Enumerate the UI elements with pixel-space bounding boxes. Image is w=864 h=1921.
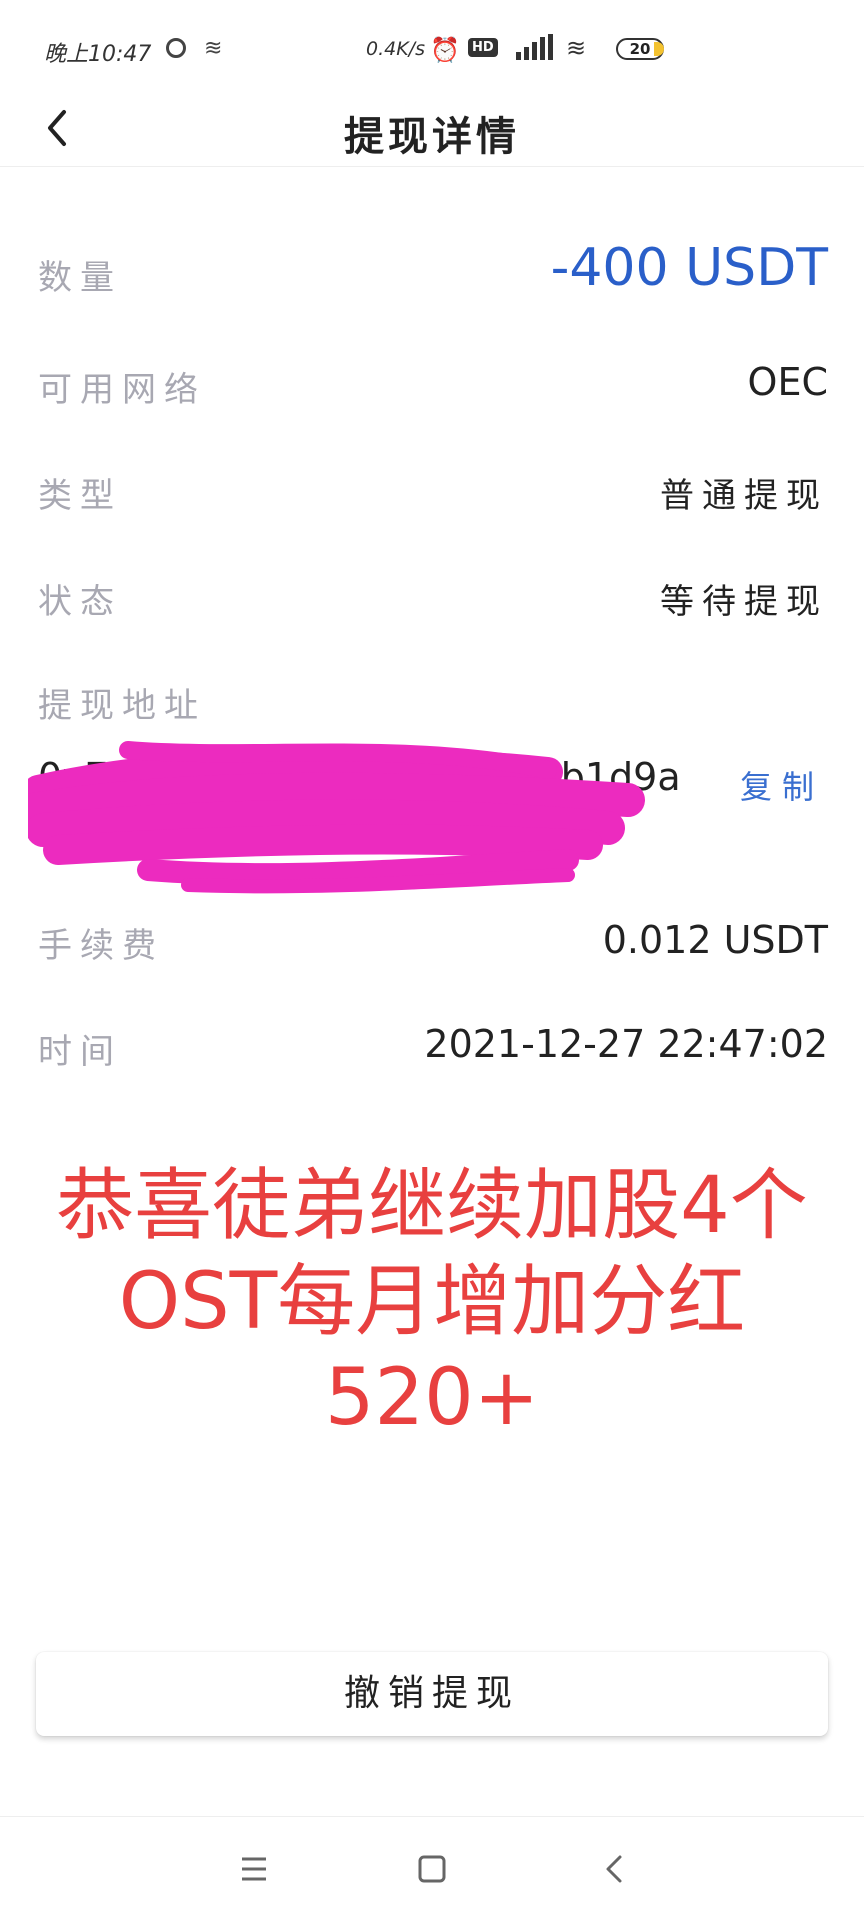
cancel-withdraw-button[interactable]: 撤销提现 [36,1652,828,1736]
status-bar: 晚上10:47 ≋ 0.4K/s ⏰ HD ≋ 20 [0,0,864,100]
copy-address-button[interactable]: 复制 [740,762,824,808]
type-value: 普通提现 [660,476,828,516]
fee-label: 手续费 [38,926,164,966]
signal-icon [516,34,553,60]
promo-line-1: 恭喜徒弟继续加股4个 [56,1161,808,1251]
square-home-icon[interactable] [404,1841,460,1897]
header: 提现详情 [0,100,864,167]
address-label: 提现地址 [38,686,206,726]
redaction-scribble [28,741,645,894]
battery-icon: 20 [616,38,664,60]
status-value: 等待提现 [660,582,828,622]
alarm-icon: ⏰ [430,36,460,64]
menu-icon[interactable] [226,1841,282,1897]
notification-icon [166,38,186,58]
page-title: 提现详情 [344,113,520,160]
wifi-icon: ≋ [566,34,587,62]
promo-line-3: 520+ [324,1353,540,1443]
hd-badge: HD [468,38,498,57]
amount-value: -400 USDT [550,238,828,298]
amount-label: 数量 [38,258,122,298]
promo-line-2: OST每月增加分红 [118,1257,746,1347]
time-label: 时间 [38,1032,122,1072]
type-label: 类型 [38,476,122,516]
chevron-left-icon[interactable] [586,1841,642,1897]
net-speed: 0.4K/s [366,38,425,60]
time-value: 2021-12-27 22:47:02 [424,1022,828,1066]
system-nav-bar [0,1816,864,1921]
fee-value: 0.012 USDT [602,918,828,962]
network-value: OEC [747,360,828,404]
hotspot-icon: ≋ [204,36,223,61]
network-label: 可用网络 [38,370,206,410]
status-time: 晚上10:47 [44,42,152,67]
status-label: 状态 [38,582,122,622]
